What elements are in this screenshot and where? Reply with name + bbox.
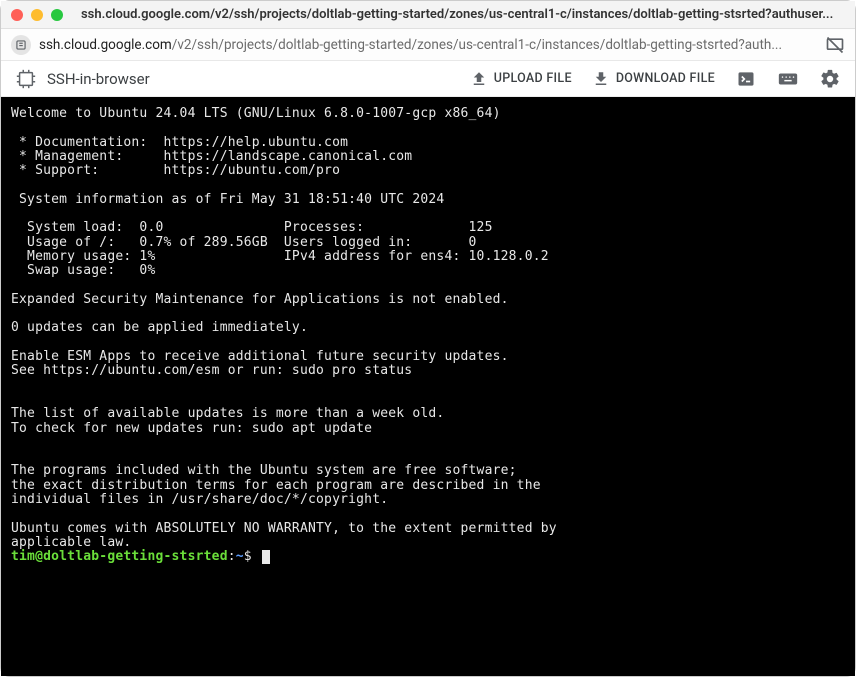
prompt-sep: :	[228, 549, 236, 564]
window-controls	[11, 9, 63, 21]
window-title: ssh.cloud.google.com/v2/ssh/projects/dol…	[81, 7, 845, 22]
terminal-body: Welcome to Ubuntu 24.04 LTS (GNU/Linux 6…	[11, 106, 557, 550]
terminal-icon[interactable]	[735, 68, 757, 90]
maximize-window-button[interactable]	[51, 9, 63, 21]
prompt-path: ~	[236, 549, 244, 564]
download-file-button[interactable]: DOWNLOAD FILE	[592, 70, 715, 88]
address-host: ssh.cloud.google.com	[39, 37, 172, 53]
upload-file-button[interactable]: UPLOAD FILE	[470, 70, 572, 88]
address-path: /v2/ssh/projects/doltlab-getting-started…	[172, 37, 782, 53]
address-text: ssh.cloud.google.com/v2/ssh/projects/dol…	[39, 37, 817, 53]
window-titlebar: ssh.cloud.google.com/v2/ssh/projects/dol…	[1, 1, 855, 29]
site-info-icon[interactable]	[11, 35, 31, 55]
minimize-window-button[interactable]	[31, 9, 43, 21]
keyboard-icon[interactable]	[777, 68, 799, 90]
screen-share-blocked-icon[interactable]	[825, 35, 845, 55]
prompt-user: tim@doltlab-getting-stsrted	[11, 549, 228, 564]
settings-gear-icon[interactable]	[819, 68, 841, 90]
close-window-button[interactable]	[11, 9, 23, 21]
download-label: DOWNLOAD FILE	[616, 71, 715, 86]
app-title: SSH-in-browser	[47, 70, 150, 88]
terminal-cursor	[262, 550, 270, 564]
ssh-app-icon	[15, 68, 37, 90]
app-toolbar: SSH-in-browser UPLOAD FILE DOWNLOAD FILE	[1, 61, 855, 97]
upload-label: UPLOAD FILE	[494, 71, 572, 86]
prompt-dollar: $	[244, 549, 252, 564]
terminal-output[interactable]: Welcome to Ubuntu 24.04 LTS (GNU/Linux 6…	[1, 97, 855, 676]
address-bar[interactable]: ssh.cloud.google.com/v2/ssh/projects/dol…	[1, 29, 855, 61]
